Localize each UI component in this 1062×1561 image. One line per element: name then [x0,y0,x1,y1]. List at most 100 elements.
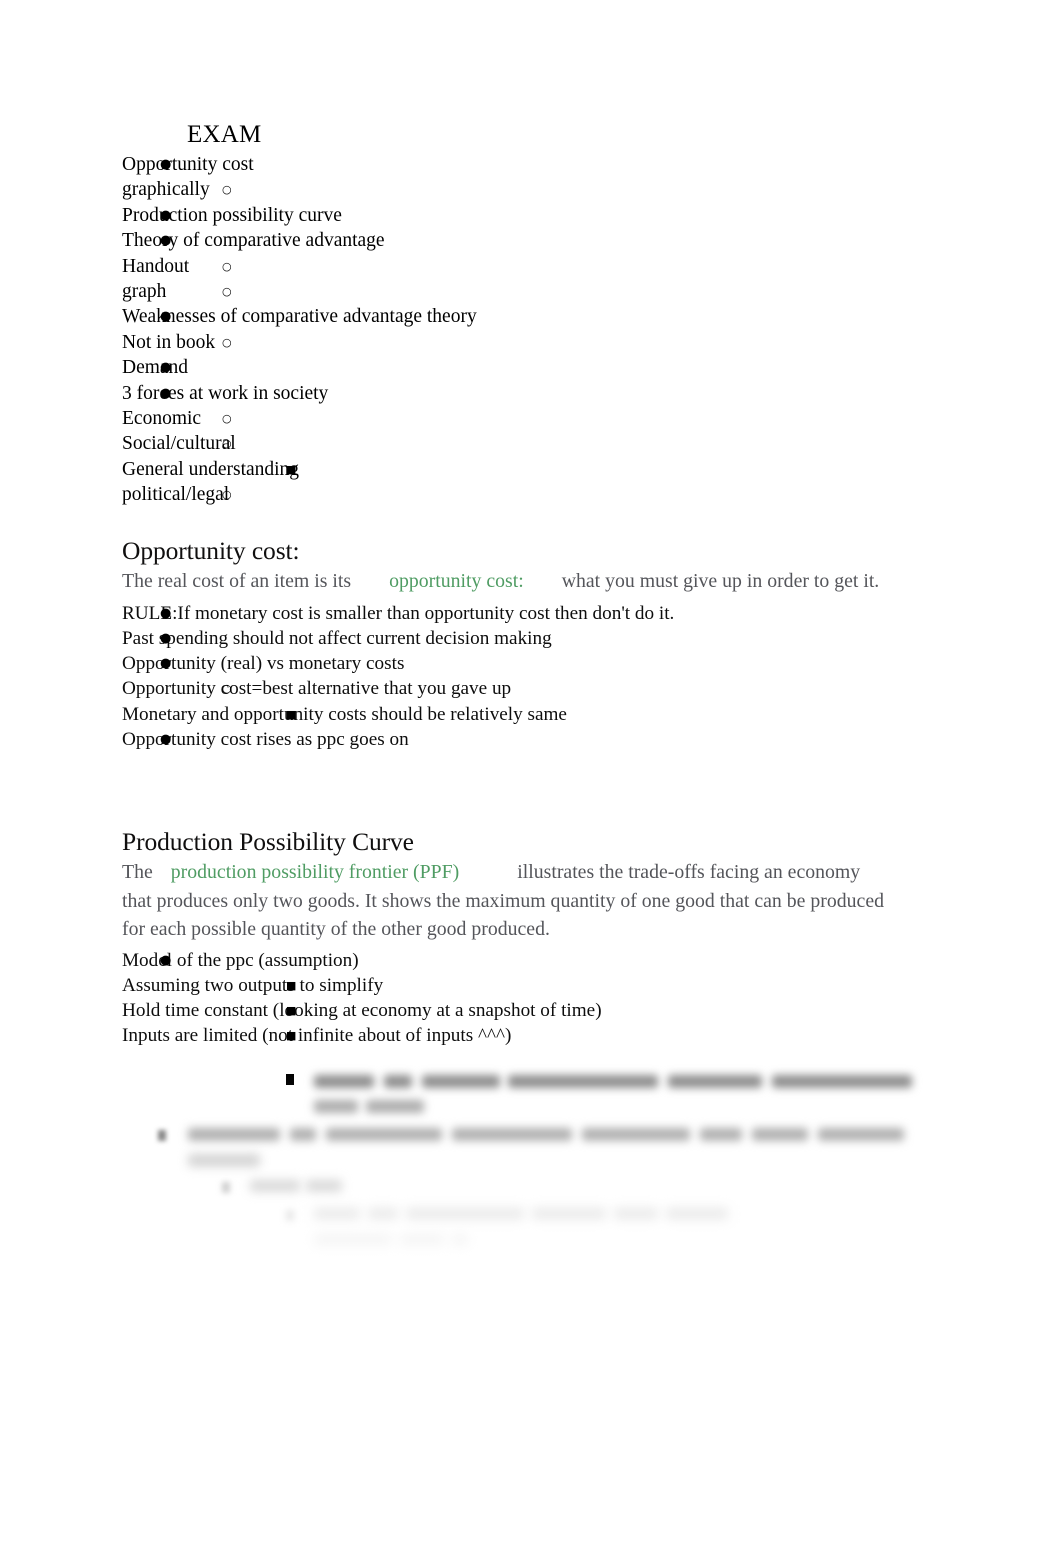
opportunity-cost-definition: The real cost of an item is its opportuni… [122,567,892,596]
list-item: ● Weaknesses of comparative advantage the… [122,304,1002,329]
disc-bullet-icon: ● [160,952,172,968]
list-item: ● 3 forces at work in society [122,381,1002,406]
list-item-label: Production possibility curve [122,204,342,226]
list-item: ○ Not in book [122,330,1002,355]
highlighted-term: production possibility frontier (PPF) [170,861,460,883]
list-item: ■ Hold time constant (looking at economy … [122,998,1022,1023]
obscured-text-run [188,1154,260,1167]
obscured-text-run [290,1128,316,1141]
obscured-text-run [366,1100,424,1113]
disc-bullet-icon: ● [160,233,172,249]
circle-bullet-icon: ○ [222,335,232,349]
list-item: ● Past spending should not affect current… [122,626,1022,651]
list-item: ● Theory of comparative advantage [122,228,1002,253]
obscured-text-run [614,1208,658,1220]
list-item-label: Opportunity (real) vs monetary costs [122,653,405,675]
list-item-label: Inputs are limited (not infinite about o… [122,1025,512,1047]
list-item-label: Opportunity cost [122,154,254,175]
ordered-marker-icon [286,1210,294,1221]
opportunity-cost-section: Opportunity cost: The real cost of an it… [122,535,1022,752]
disc-bullet-icon [158,1130,166,1141]
definition-lead: The [122,861,153,883]
list-item-label: Social/cultural [122,433,236,455]
list-item-label: Past spending should not affect current … [122,627,552,649]
list-item-label: Weaknesses of comparative advantage theo… [122,306,477,328]
circle-bullet-icon: ○ [222,488,232,502]
obscured-text-run [368,1208,398,1220]
list-item: ■ General understanding [122,457,1002,482]
list-item: ● RULE:If monetary cost is smaller than o… [122,601,1022,626]
obscured-text-run [582,1128,690,1141]
obscured-text-run [532,1208,606,1220]
obscured-text-run [306,1180,342,1192]
list-item-label: Handout [122,255,190,277]
ordered-marker-icon [222,1182,230,1193]
square-bullet-icon: ■ [286,707,297,721]
list-item-label: Demand [122,357,189,379]
obscured-text-run [666,1208,728,1220]
obscured-text-run [452,1128,572,1141]
list-item: ○ graph [122,279,1002,304]
list-item: ○ Economic [122,406,1002,431]
list-item-label: graph [122,281,167,303]
circle-bullet-icon: ○ [222,285,232,299]
ppf-definition: The production possibility frontier (PPF)… [122,858,892,944]
production-possibility-curve-section: Production Possibility Curve The producti… [122,826,1022,1049]
list-item-label: Economic [122,408,202,430]
list-item-label: Not in book [122,331,216,353]
list-item-label: Opportunity cost=best alternative that y… [122,678,512,700]
obscured-text-run [314,1234,392,1246]
list-item: ■ Monetary and opportunity costs should b… [122,702,1022,727]
list-item-label: General understanding [122,458,300,480]
disc-bullet-icon: ● [160,360,172,376]
list-item-label: Hold time constant (looking at economy a… [122,1000,602,1022]
obscured-text-block [122,1068,1022,1268]
disc-bullet-icon: ● [160,630,172,646]
list-item: ● Opportunity cost rises as ppc goes on [122,727,1022,752]
list-item: ● Opportunity cost [122,152,1002,177]
obscured-text-run [508,1075,658,1088]
section-heading: Opportunity cost: [122,536,300,565]
ppc-list: ● Model of the ppc (assumption) ■ Assuming… [122,948,1022,1049]
list-item-label: Assuming two outputs to simplify [122,974,384,996]
document-page: EXAM ● Opportunity cost ○ graphically ● Pro… [0,0,1062,1561]
obscured-text-run [818,1128,904,1141]
exam-outline-section: EXAM ● Opportunity cost ○ graphically ● Pro… [122,120,1002,508]
disc-bullet-icon: ● [160,309,172,325]
list-item: ● Production possibility curve [122,203,1002,228]
obscured-text-run [188,1128,280,1141]
list-item: ○ Opportunity cost=best alternative that … [122,676,1022,701]
square-bullet-icon: ■ [286,1029,297,1043]
definition-tail: what you must give up in order to get it… [561,570,880,592]
section-heading: Production Possibility Curve [122,827,414,856]
list-item: ○ Social/cultural [122,431,1002,456]
page-title: EXAM [187,121,262,148]
list-item-label: Theory of comparative advantage [122,230,385,252]
list-item-label: RULE:If monetary cost is smaller than op… [122,602,675,624]
obscured-text-run [406,1208,524,1220]
circle-bullet-icon: ○ [222,259,232,273]
obscured-text-run [326,1128,442,1141]
list-item-label: political/legal [122,484,230,506]
list-item-label: Monetary and opportunity costs should be… [122,703,567,725]
obscured-text-run [314,1075,374,1088]
obscured-text-run [422,1075,500,1088]
obscured-text-run [384,1075,412,1088]
circle-bullet-icon: ○ [222,682,232,696]
definition-lead: The real cost of an item is its [122,570,352,592]
obscured-text-run [752,1128,808,1141]
list-item-label: Opportunity cost rises as ppc goes on [122,728,409,750]
square-bullet-icon [286,1074,294,1085]
circle-bullet-icon: ○ [222,437,232,451]
list-item: ■ Assuming two outputs to simplify [122,973,1022,998]
list-item: ● Opportunity (real) vs monetary costs [122,651,1022,676]
list-item: ● Demand [122,355,1002,380]
list-item: ● Model of the ppc (assumption) [122,948,1022,973]
highlighted-term: opportunity cost: [389,570,524,592]
square-bullet-icon: ■ [286,978,297,992]
list-item-label: graphically [122,179,210,201]
list-item: ■ Inputs are limited (not infinite about … [122,1023,1022,1048]
obscured-text-run [314,1100,358,1113]
obscured-text-run [250,1180,300,1192]
opportunity-cost-list: ● RULE:If monetary cost is smaller than o… [122,601,1022,753]
